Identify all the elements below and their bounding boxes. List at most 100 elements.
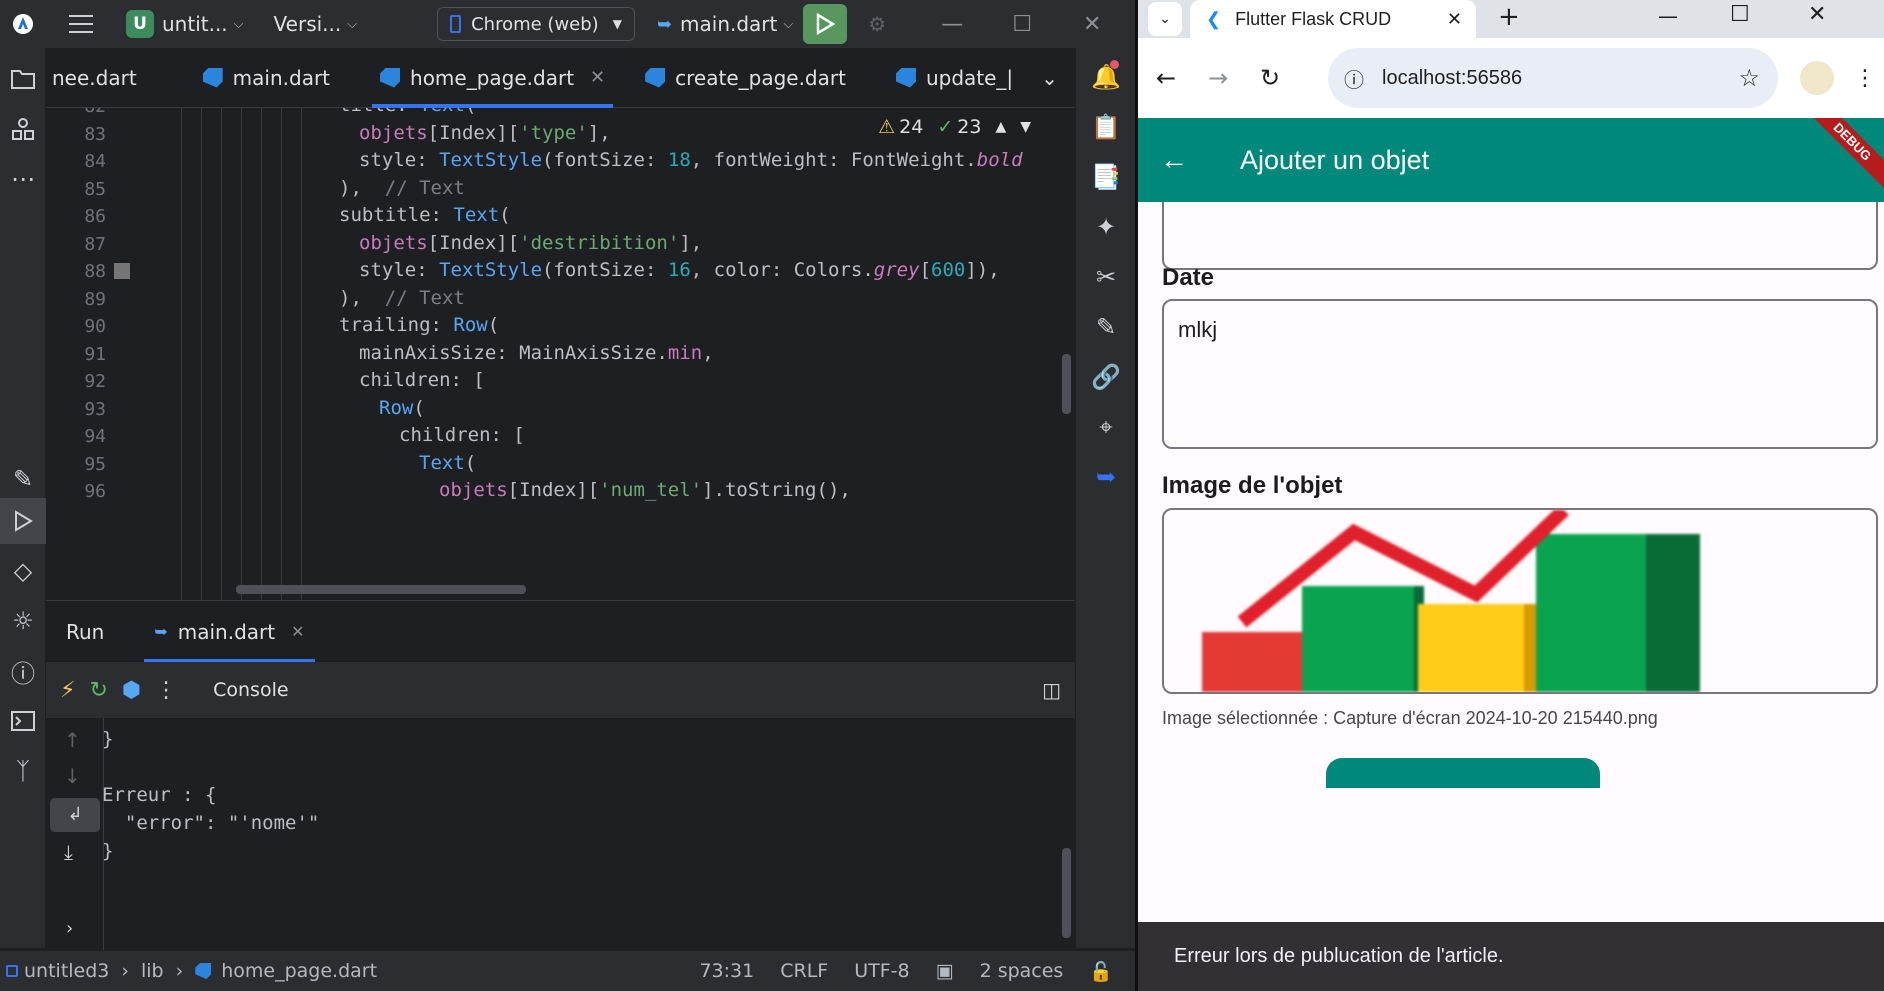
close-tab-icon[interactable]: ✕ (590, 67, 605, 88)
devtools-icon[interactable]: ◇ (0, 548, 46, 594)
expand-icon[interactable]: › (66, 918, 73, 939)
image-label: Image de l'objet (1162, 472, 1343, 499)
tab-list-chevron-icon[interactable]: ⌄ (1031, 48, 1068, 108)
scroll-to-end-icon[interactable]: ⤓ (64, 840, 73, 864)
more-icon[interactable]: ⋮ (155, 678, 177, 703)
flutter-outline-icon[interactable]: ➥ (1076, 452, 1136, 502)
tab-search-icon[interactable]: ⌄ (1148, 2, 1182, 36)
indent-setting[interactable]: 2 spaces (980, 960, 1064, 982)
device-selector[interactable]: Chrome (web) ▼ (437, 7, 635, 41)
devtools-icon[interactable]: ⬢ (122, 678, 141, 703)
date-label: Date (1162, 264, 1215, 291)
line-number: 82 (46, 108, 106, 117)
main-menu-icon[interactable] (46, 0, 116, 48)
minimize-icon[interactable]: — (917, 12, 987, 37)
ai-assistant-icon[interactable]: ✦ (1076, 202, 1136, 252)
more-icon[interactable]: ⋯ (0, 156, 46, 202)
breadcrumb-file[interactable]: home_page.dart (221, 960, 377, 982)
inspections-widget[interactable]: ⚠ 24 ✓ 23 ▲ ▼ (878, 116, 1031, 138)
line-number: 85 (84, 179, 106, 200)
console-line: } (102, 728, 114, 750)
arrow-down-icon[interactable]: ↓ (64, 764, 81, 788)
tab-create-page-dart[interactable]: create_page.dart (627, 48, 864, 108)
tab-home-page-dart[interactable]: home_page.dart ✕ (362, 48, 623, 108)
git-icon[interactable]: ᛉ (0, 748, 46, 794)
line-ending[interactable]: CRLF (780, 960, 828, 982)
line-number: 94 (84, 426, 106, 447)
paint-icon[interactable]: ✎ (0, 456, 46, 502)
app-logo-icon[interactable] (0, 0, 46, 48)
inspector-icon[interactable]: ✎ (1076, 302, 1136, 352)
color-swatch-icon (114, 263, 130, 279)
layout-icon[interactable]: ◫ (1042, 678, 1061, 702)
submit-button[interactable] (1326, 758, 1600, 788)
clipboard-icon[interactable]: 📑 (1076, 152, 1136, 202)
console-output[interactable]: ↑ ↓ ↲ ⤓ › } Erreur : { "error": "'nome'"… (46, 718, 1075, 950)
description-field[interactable] (1162, 202, 1878, 270)
address-bar[interactable]: ⓘ localhost:56586 ☆ (1328, 48, 1778, 108)
close-window-icon[interactable]: ✕ (1808, 2, 1826, 27)
vertical-scrollbar[interactable] (1062, 354, 1071, 414)
readonly-icon[interactable]: ▣ (936, 960, 954, 982)
bookmark-star-icon[interactable]: ☆ (1738, 64, 1760, 93)
hot-reload-icon[interactable]: ⚡ (60, 678, 75, 703)
structure-icon[interactable] (0, 106, 46, 152)
back-icon[interactable]: ← (1156, 64, 1176, 92)
debug-icon[interactable]: ⚙ (847, 0, 907, 48)
console-scrollbar[interactable] (1062, 848, 1071, 938)
run-tab-main-dart[interactable]: ➥ main.dart ✕ (144, 601, 315, 663)
profile-avatar[interactable] (1800, 61, 1834, 95)
caret-position[interactable]: 73:31 (699, 960, 754, 982)
back-arrow-icon[interactable]: ← (1160, 144, 1188, 176)
breadcrumb-folder[interactable]: lib (141, 960, 164, 982)
browser-tab[interactable]: ❮ Flutter Flask CRUD ✕ (1190, 0, 1476, 38)
run-toolbar: ⚡ ↻ ⬢ ⋮ Console ◫ (46, 662, 1075, 718)
problems-icon[interactable]: ⓘ (0, 648, 46, 694)
tab-update-page-dart[interactable]: update_| (878, 48, 1031, 108)
tools-icon[interactable]: ✂ (1076, 252, 1136, 302)
vcs-selector[interactable]: Versi... ⌵ (264, 0, 368, 48)
soft-wrap-icon[interactable]: ↲ (50, 798, 100, 832)
project-selector[interactable]: U untit... ⌵ (116, 0, 254, 48)
tab-main-dart[interactable]: main.dart (185, 48, 348, 108)
close-tab-icon[interactable]: ✕ (1447, 9, 1462, 30)
notifications-icon[interactable]: 🔔 (1076, 52, 1136, 102)
dropdown-arrow-icon: ▼ (612, 17, 622, 31)
maximize-icon[interactable]: ☐ (1730, 2, 1750, 27)
console-tab[interactable]: Console (213, 679, 288, 701)
site-info-icon[interactable]: ⓘ (1344, 64, 1364, 93)
scan-icon[interactable]: ⌖ (1076, 402, 1136, 452)
device-manager-icon[interactable]: 📋 (1076, 102, 1136, 152)
link-icon[interactable]: 🔗 (1076, 352, 1136, 402)
lock-icon[interactable]: 🔓 (1089, 960, 1113, 983)
close-icon[interactable]: ✕ (1057, 12, 1127, 37)
chevron-down-icon[interactable]: ▼ (1020, 119, 1031, 135)
image-preview[interactable] (1162, 508, 1878, 694)
tab-nee-dart[interactable]: nee.dart (46, 48, 155, 108)
arrow-up-icon[interactable]: ↑ (64, 728, 81, 752)
browser-menu-icon[interactable]: ⋮ (1854, 66, 1876, 91)
maximize-icon[interactable]: ☐ (987, 12, 1057, 37)
hot-restart-icon[interactable]: ↻ (89, 678, 107, 703)
forward-icon[interactable]: → (1208, 64, 1228, 92)
run-button[interactable] (803, 4, 848, 44)
horizontal-scrollbar[interactable] (236, 585, 526, 594)
line-number: 86 (84, 206, 106, 227)
dart-analysis-icon[interactable]: ☼ (0, 598, 46, 644)
chevron-up-icon[interactable]: ▲ (995, 119, 1006, 135)
breadcrumb-project[interactable]: untitled3 (24, 960, 109, 982)
code-editor[interactable]: 82 83 84 85 86 87 88 89 90 91 92 93 94 9… (46, 108, 1075, 600)
folder-icon[interactable] (0, 56, 46, 102)
reload-icon[interactable]: ↻ (1260, 64, 1280, 92)
run-config-selector[interactable]: ➥ main.dart ⌵ (647, 0, 803, 48)
date-field[interactable]: mlkj (1162, 299, 1878, 449)
ide-title-bar: U untit... ⌵ Versi... ⌵ Chrome (web) ▼ ➥… (0, 0, 1135, 48)
new-tab-icon[interactable]: + (1498, 2, 1520, 32)
close-tab-icon[interactable]: ✕ (291, 622, 304, 641)
file-encoding[interactable]: UTF-8 (854, 960, 909, 982)
minimize-icon[interactable]: — (1658, 4, 1678, 28)
terminal-icon[interactable] (0, 698, 46, 744)
tab-label: update_| (925, 65, 1014, 90)
run-tool-icon[interactable] (0, 498, 46, 544)
dart-file-icon (195, 963, 212, 979)
